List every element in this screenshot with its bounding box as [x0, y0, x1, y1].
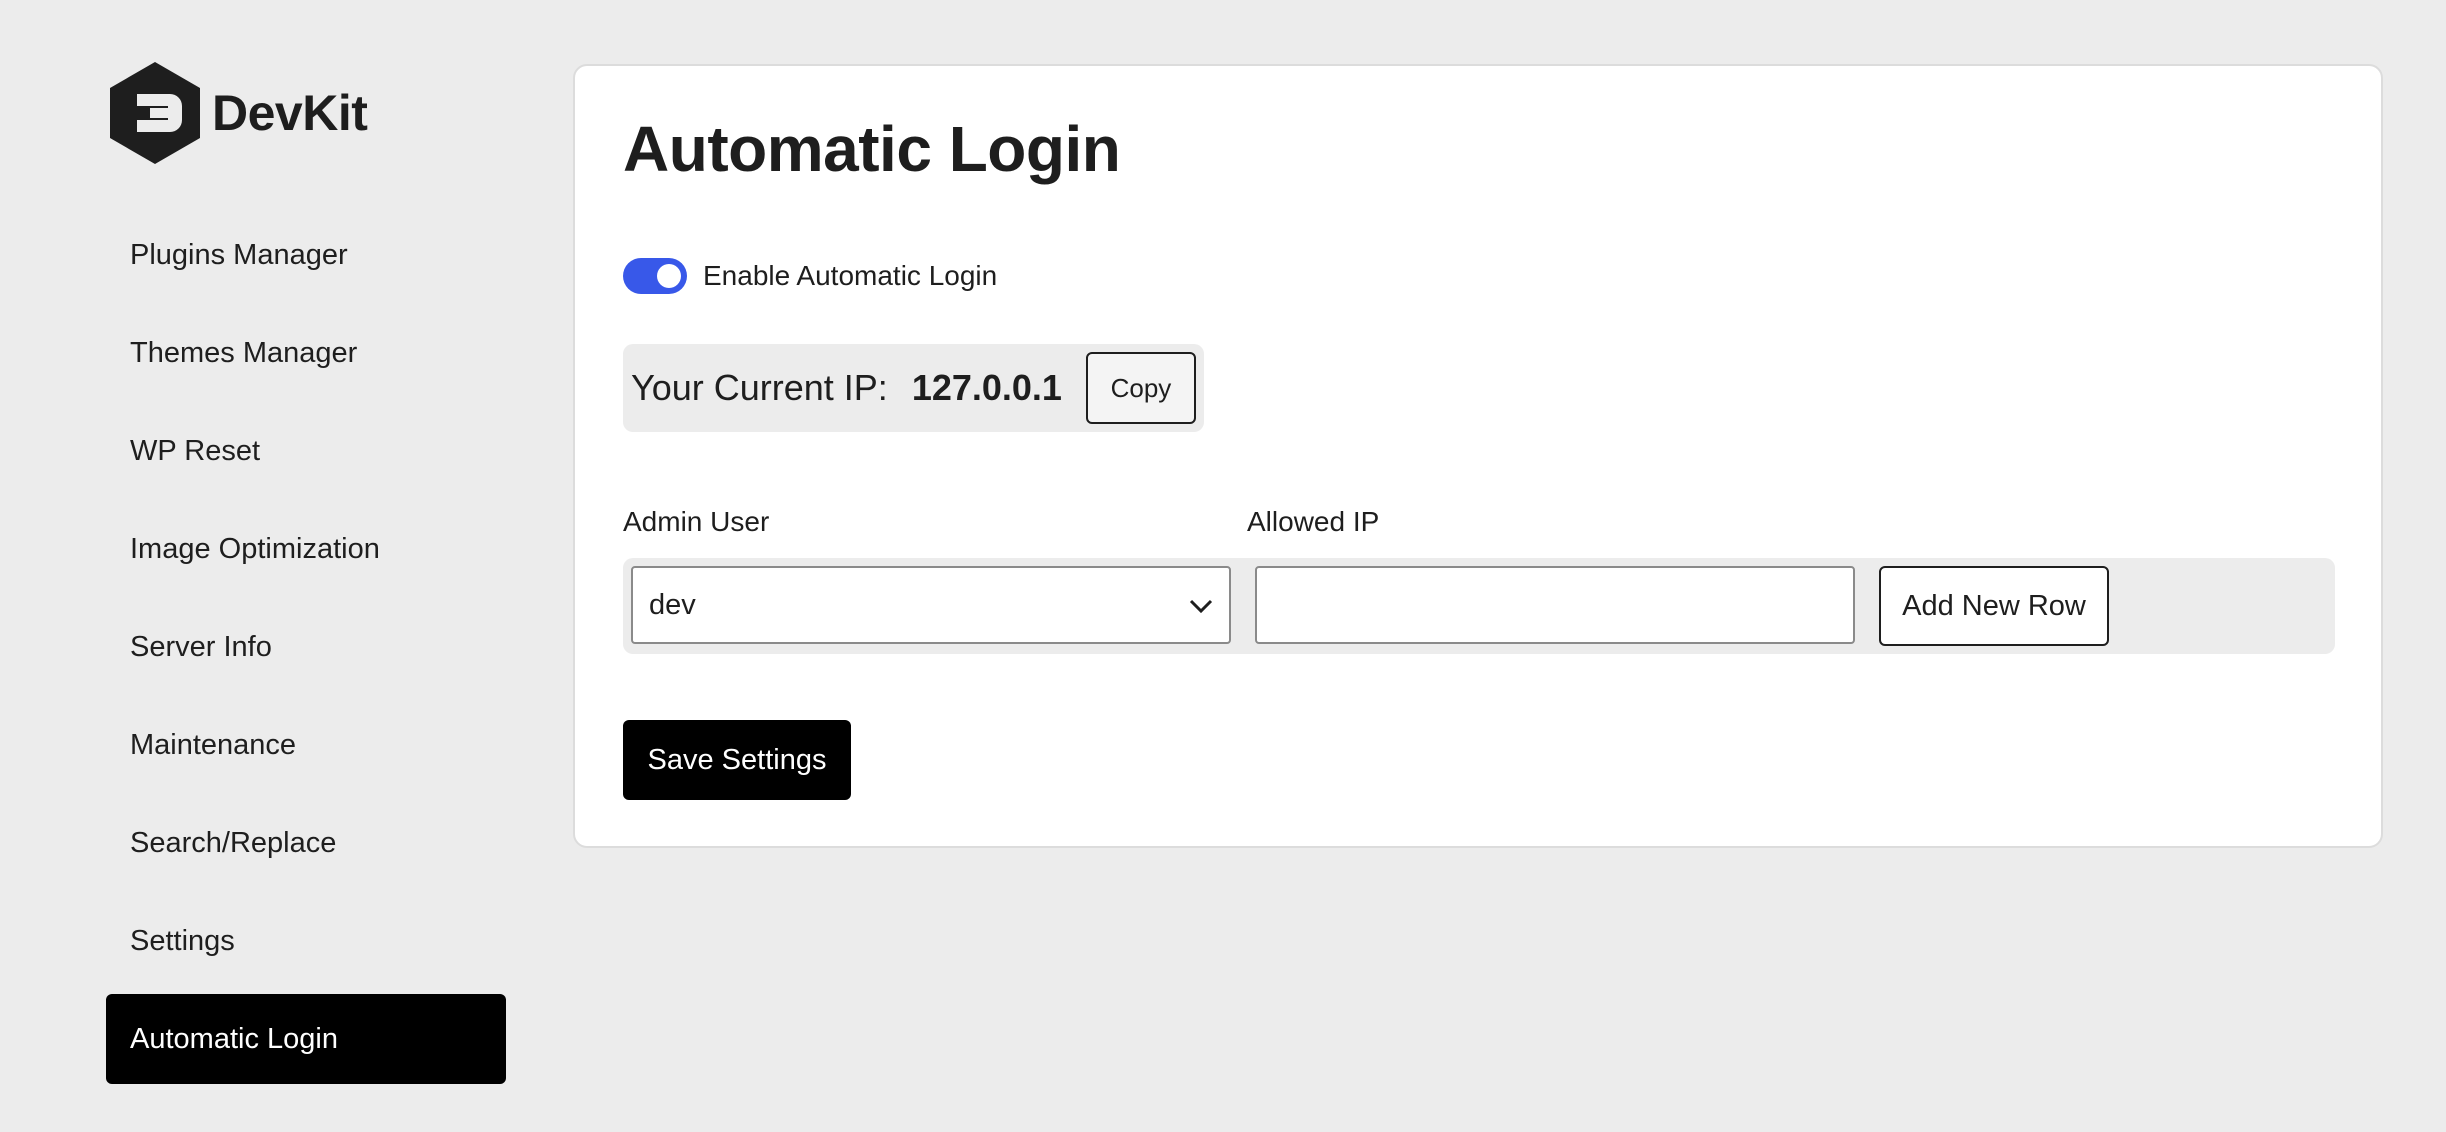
- sidebar-item-label: Themes Manager: [130, 336, 358, 369]
- admin-user-selected-value: dev: [649, 588, 696, 621]
- devkit-logo-icon: [110, 62, 200, 164]
- sidebar-item-server-info[interactable]: Server Info: [106, 602, 506, 692]
- sidebar-item-plugins-manager[interactable]: Plugins Manager: [106, 210, 506, 300]
- admin-user-select[interactable]: dev: [631, 566, 1231, 644]
- save-settings-button[interactable]: Save Settings: [623, 720, 851, 800]
- chevron-down-icon: [1189, 599, 1213, 614]
- current-ip-box: Your Current IP: 127.0.0.1 Copy: [623, 344, 1204, 432]
- sidebar-item-label: WP Reset: [130, 434, 261, 467]
- admin-user-column-label: Admin User: [623, 506, 770, 537]
- toggle-knob: [657, 264, 681, 288]
- add-new-row-button[interactable]: Add New Row: [1879, 566, 2109, 646]
- sidebar-item-search-replace[interactable]: Search/Replace: [106, 798, 506, 888]
- sidebar: DevKit Plugins Manager Themes Manager WP…: [0, 0, 560, 1132]
- sidebar-item-image-optimization[interactable]: Image Optimization: [106, 504, 506, 594]
- sidebar-item-label: Server Info: [130, 630, 272, 663]
- sidebar-item-themes-manager[interactable]: Themes Manager: [106, 308, 506, 398]
- allowed-ip-column-label: Allowed IP: [1247, 506, 1380, 537]
- sidebar-item-label: Plugins Manager: [130, 238, 348, 271]
- brand-logo[interactable]: DevKit: [110, 62, 368, 164]
- page-title: Automatic Login: [623, 113, 1121, 185]
- auto-login-toggle-row: Enable Automatic Login: [623, 258, 997, 294]
- sidebar-item-label: Search/Replace: [130, 826, 337, 859]
- sidebar-item-automatic-login[interactable]: Automatic Login: [106, 994, 506, 1084]
- sidebar-item-maintenance[interactable]: Maintenance: [106, 700, 506, 790]
- settings-card: Automatic Login Enable Automatic Login Y…: [573, 64, 2383, 848]
- copy-ip-button[interactable]: Copy: [1085, 352, 1196, 424]
- sidebar-item-label: Image Optimization: [130, 532, 380, 565]
- current-ip-label: Your Current IP:: [631, 367, 888, 408]
- current-ip-value: 127.0.0.1: [911, 367, 1062, 408]
- sidebar-item-wp-reset[interactable]: WP Reset: [106, 406, 506, 496]
- sidebar-item-label: Settings: [130, 924, 235, 957]
- sidebar-item-label: Maintenance: [130, 728, 297, 761]
- allowed-ip-input[interactable]: [1255, 566, 1855, 644]
- auto-login-toggle[interactable]: [623, 258, 687, 294]
- login-row: dev Add New Row: [623, 558, 2335, 654]
- sidebar-nav: Plugins Manager Themes Manager WP Reset …: [106, 210, 506, 1092]
- sidebar-item-label: Automatic Login: [130, 1022, 338, 1055]
- toggle-label: Enable Automatic Login: [703, 260, 998, 291]
- sidebar-item-settings[interactable]: Settings: [106, 896, 506, 986]
- brand-name: DevKit: [212, 85, 368, 141]
